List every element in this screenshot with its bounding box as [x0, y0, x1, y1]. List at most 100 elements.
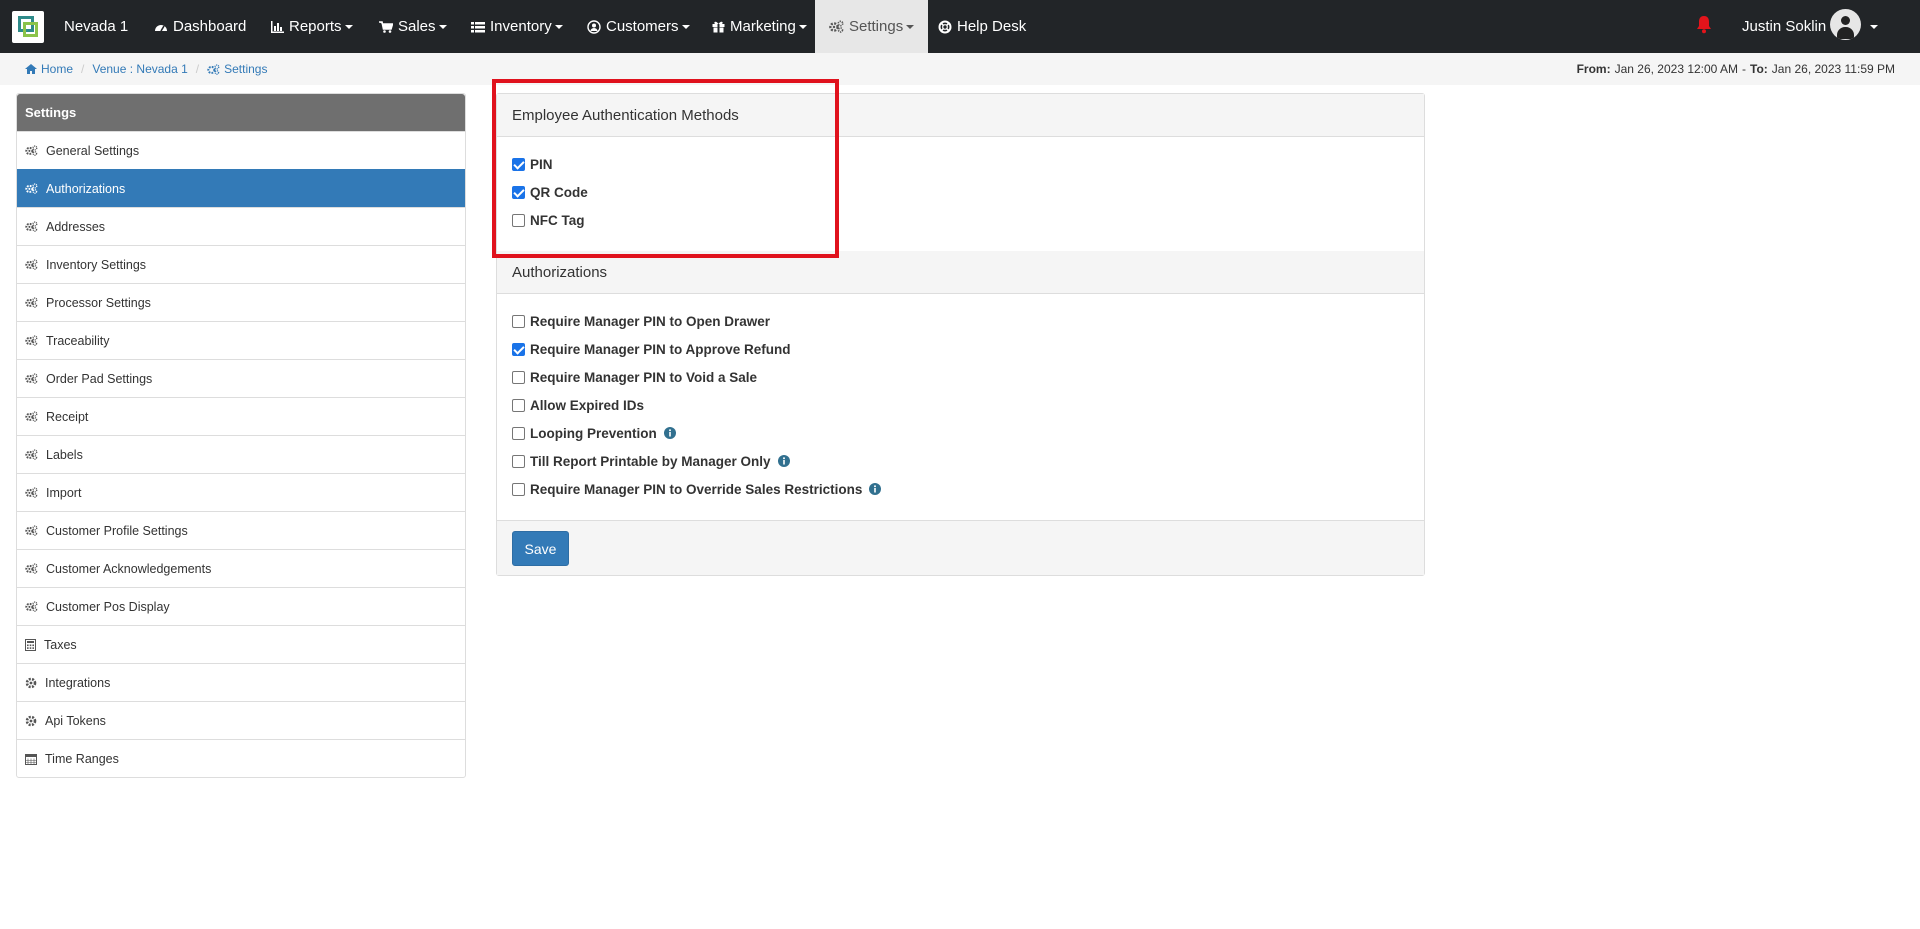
- save-button[interactable]: Save: [512, 531, 569, 566]
- breadcrumb-settings[interactable]: Settings: [207, 62, 267, 76]
- gears-icon: [25, 373, 42, 384]
- checkbox[interactable]: [512, 157, 525, 171]
- checkbox-row-qr-code[interactable]: QR Code: [512, 182, 588, 202]
- nav-label: Help Desk: [957, 18, 1027, 35]
- dashboard-icon: [154, 21, 168, 33]
- user-name-label: Justin Soklin: [1742, 18, 1827, 35]
- nav-marketing[interactable]: Marketing: [712, 0, 807, 53]
- gears-icon: [25, 297, 42, 308]
- checkbox-label: Require Manager PIN to Void a Sale: [530, 369, 758, 385]
- chevron-down-icon: [906, 24, 915, 29]
- brand-logo[interactable]: [12, 11, 44, 43]
- checkbox[interactable]: [512, 482, 525, 496]
- sidebar-item-api-tokens[interactable]: Api Tokens: [17, 701, 465, 739]
- sidebar-item-label: Customer Pos Display: [46, 599, 170, 614]
- info-icon[interactable]: [869, 483, 882, 495]
- checkbox-row-nfc-tag[interactable]: NFC Tag: [512, 210, 585, 230]
- sidebar-item-label: Integrations: [45, 675, 111, 690]
- checkbox[interactable]: [512, 213, 525, 227]
- sidebar-item-import[interactable]: Import: [17, 473, 465, 511]
- breadcrumb-home[interactable]: Home: [25, 62, 73, 76]
- sidebar-list: General Settings Authorizations Addresses I…: [17, 131, 465, 777]
- nav-sales[interactable]: Sales: [379, 0, 447, 53]
- gear-icon: [25, 677, 41, 689]
- checkbox[interactable]: [512, 370, 525, 384]
- checkbox-row-pin[interactable]: PIN: [512, 154, 553, 174]
- nav-venue-name[interactable]: Nevada 1: [64, 0, 128, 53]
- checkbox-label: QR Code: [530, 184, 588, 200]
- sidebar-item-label: Time Ranges: [45, 751, 119, 766]
- gift-icon: [712, 20, 725, 33]
- gears-icon: [25, 601, 42, 612]
- sidebar-item-label: Processor Settings: [46, 295, 151, 310]
- checkbox-row-till-report-printable-by-manager-only[interactable]: Till Report Printable by Manager Only: [512, 451, 790, 471]
- sidebar-item-time-ranges[interactable]: Time Ranges: [17, 739, 465, 777]
- date-range[interactable]: From: Jan 26, 2023 12:00 AM - To: Jan 26…: [1577, 53, 1895, 85]
- nav-help-desk[interactable]: Help Desk: [938, 0, 1026, 53]
- chevron-down-icon[interactable]: [1870, 25, 1878, 29]
- sidebar-item-label: Api Tokens: [45, 713, 106, 728]
- nav-inventory[interactable]: Inventory: [471, 0, 563, 53]
- checkbox-row-require-manager-pin-to-open-drawer[interactable]: Require Manager PIN to Open Drawer: [512, 311, 770, 331]
- sidebar-item-customer-pos-display[interactable]: Customer Pos Display: [17, 587, 465, 625]
- checkbox-label: PIN: [530, 156, 553, 172]
- sidebar-item-receipt[interactable]: Receipt: [17, 397, 465, 435]
- sidebar-item-label: Traceability: [46, 333, 110, 348]
- sidebar-item-processor-settings[interactable]: Processor Settings: [17, 283, 465, 321]
- gear-icon: [25, 715, 41, 727]
- checkbox-row-require-manager-pin-to-override-sales-restrictions[interactable]: Require Manager PIN to Override Sales Re…: [512, 479, 882, 499]
- nav-dashboard[interactable]: Dashboard: [154, 0, 246, 53]
- breadcrumb-venue[interactable]: Venue : Nevada 1: [92, 62, 187, 76]
- gears-icon: [25, 183, 42, 194]
- sidebar-item-integrations[interactable]: Integrations: [17, 663, 465, 701]
- avatar[interactable]: [1830, 9, 1861, 40]
- venue-name: Nevada 1: [64, 18, 129, 35]
- checkbox-row-looping-prevention[interactable]: Looping Prevention: [512, 423, 676, 443]
- nav-reports[interactable]: Reports: [270, 0, 353, 53]
- sidebar-item-labels[interactable]: Labels: [17, 435, 465, 473]
- chevron-down-icon: [681, 24, 690, 29]
- chevron-down-icon: [798, 24, 807, 29]
- sidebar-item-taxes[interactable]: Taxes: [17, 625, 465, 663]
- checkbox[interactable]: [512, 314, 525, 328]
- settings-sidebar: Settings General Settings Authorizations A…: [16, 93, 466, 778]
- sidebar-item-order-pad-settings[interactable]: Order Pad Settings: [17, 359, 465, 397]
- checkbox[interactable]: [512, 185, 525, 199]
- list-icon: [471, 21, 485, 33]
- sidebar-item-addresses[interactable]: Addresses: [17, 207, 465, 245]
- to-label: To:: [1750, 62, 1768, 76]
- info-icon[interactable]: [663, 427, 676, 439]
- checkbox[interactable]: [512, 426, 525, 440]
- checkbox-row-require-manager-pin-to-approve-refund[interactable]: Require Manager PIN to Approve Refund: [512, 339, 791, 359]
- user-name[interactable]: Justin Soklin: [1742, 0, 1826, 53]
- chevron-down-icon: [438, 24, 447, 29]
- sidebar-item-general-settings[interactable]: General Settings: [17, 131, 465, 169]
- checkbox[interactable]: [512, 342, 525, 356]
- nav-label: Marketing: [730, 18, 796, 35]
- checkbox[interactable]: [512, 454, 525, 468]
- user-circle-icon: [587, 19, 601, 34]
- sidebar-item-label: Import: [46, 485, 82, 500]
- calculator-icon: [25, 638, 40, 651]
- checkbox-row-require-manager-pin-to-void-a-sale[interactable]: Require Manager PIN to Void a Sale: [512, 367, 757, 387]
- breadcrumb-venue-label: Venue : Nevada 1: [92, 62, 188, 76]
- sidebar-item-inventory-settings[interactable]: Inventory Settings: [17, 245, 465, 283]
- info-icon[interactable]: [777, 455, 790, 467]
- bell-icon[interactable]: [1696, 15, 1712, 37]
- gears-icon: [25, 525, 42, 536]
- nav-customers[interactable]: Customers: [587, 0, 690, 53]
- sidebar-item-customer-acknowledgements[interactable]: Customer Acknowledgements: [17, 549, 465, 587]
- from-value: Jan 26, 2023 12:00 AM: [1614, 62, 1739, 76]
- chevron-down-icon: [344, 24, 353, 29]
- nav-settings[interactable]: Settings: [815, 0, 929, 53]
- sidebar-item-label: General Settings: [46, 143, 140, 158]
- checkbox-label: NFC Tag: [530, 212, 585, 228]
- checkbox-row-allow-expired-ids[interactable]: Allow Expired IDs: [512, 395, 644, 415]
- checkbox-label: Looping Prevention: [530, 425, 657, 441]
- nav-label: Settings: [849, 18, 904, 35]
- sidebar-item-traceability[interactable]: Traceability: [17, 321, 465, 359]
- checkbox[interactable]: [512, 398, 525, 412]
- breadcrumb-home-label: Home: [41, 62, 74, 76]
- sidebar-item-customer-profile-settings[interactable]: Customer Profile Settings: [17, 511, 465, 549]
- sidebar-item-authorizations[interactable]: Authorizations: [17, 169, 465, 207]
